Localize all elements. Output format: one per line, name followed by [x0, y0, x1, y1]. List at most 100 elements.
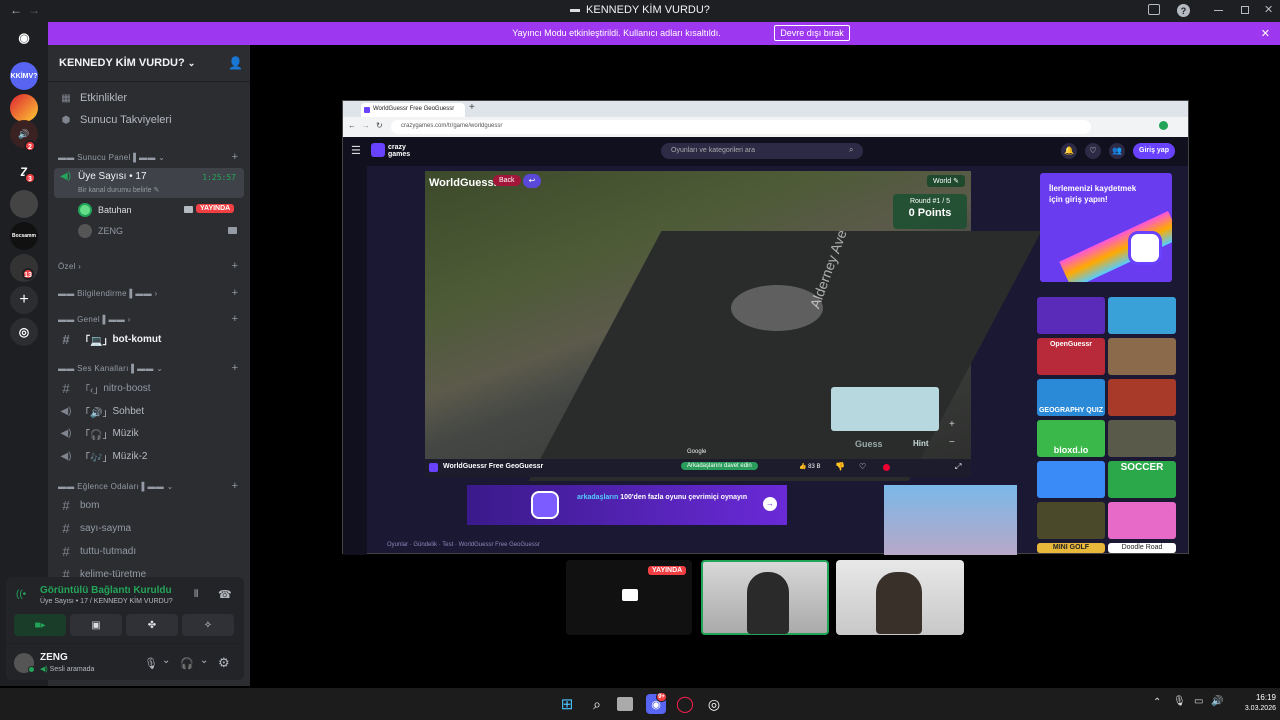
user-name[interactable]: ZENG: [40, 652, 68, 663]
server-icon-5[interactable]: [10, 190, 38, 218]
server-name[interactable]: KENNEDY KİM VURDU? ⌄: [59, 57, 195, 69]
crazygames-logo[interactable]: [371, 143, 385, 157]
camera-tile-zeng[interactable]: [836, 560, 964, 635]
world-mode[interactable]: World ✎: [927, 175, 965, 187]
game-thumb-mini-golf[interactable]: MINI GOLF: [1037, 543, 1105, 553]
add-channel-icon[interactable]: +: [232, 313, 238, 325]
game-thumb[interactable]: [1037, 297, 1105, 334]
like-count[interactable]: 👍 83 B: [799, 463, 820, 470]
profile-icon[interactable]: [1159, 121, 1168, 130]
login-button[interactable]: Giriş yap: [1133, 143, 1175, 159]
inbox-icon[interactable]: [1148, 4, 1160, 15]
close-banner-icon[interactable]: ✕: [1261, 27, 1270, 40]
screen-share-tile[interactable]: YAYINDA: [566, 560, 692, 635]
noise-suppression-icon[interactable]: ⫴: [194, 589, 198, 600]
zoom-in-icon[interactable]: +: [949, 419, 955, 430]
clock-time[interactable]: 16:19: [1240, 693, 1276, 702]
record-icon[interactable]: [883, 464, 890, 471]
new-tab-icon[interactable]: +: [469, 102, 475, 113]
disable-streamer-mode-button[interactable]: Devre dışı bırak: [774, 25, 850, 41]
back-button[interactable]: Back: [493, 175, 521, 186]
arrow-right-icon[interactable]: →: [763, 497, 777, 511]
add-channel-icon[interactable]: +: [232, 480, 238, 492]
discord-home-icon[interactable]: ◉: [10, 24, 38, 52]
microphone-icon[interactable]: 🎙: [144, 657, 158, 670]
game-thumb-geography-quiz[interactable]: GEOGRAPHY QUIZ: [1037, 379, 1105, 416]
category-bilgilendirme[interactable]: ▬▬ Bilgilendirme ▌▬▬ ›: [58, 289, 157, 298]
menu-icon[interactable]: ☰: [351, 144, 361, 157]
sidebar-item-events[interactable]: ▦ Etkinlikler: [54, 88, 244, 108]
app-icon[interactable]: ◎: [704, 694, 724, 714]
navigation-arrow[interactable]: [731, 285, 823, 331]
channel-sayi-sayma[interactable]: # sayı-sayma: [54, 518, 244, 538]
invite-people-icon[interactable]: 👤: [228, 56, 243, 70]
guess-button[interactable]: Guess: [855, 439, 883, 449]
add-server-icon[interactable]: +: [10, 286, 38, 314]
game-thumb-doodle-road[interactable]: Doodle Road: [1108, 543, 1176, 553]
channel-bot-komut[interactable]: # 「💻」 bot-komut: [54, 329, 244, 349]
file-explorer-icon[interactable]: [617, 697, 633, 711]
add-channel-icon[interactable]: +: [232, 287, 238, 299]
game-thumb[interactable]: [1108, 338, 1176, 375]
add-channel-icon[interactable]: +: [232, 362, 238, 374]
volume-icon[interactable]: 🔊: [1211, 696, 1223, 707]
gear-icon[interactable]: ⚙: [218, 655, 230, 671]
maximize-icon[interactable]: [1241, 6, 1249, 14]
game-thumb[interactable]: [1037, 502, 1105, 539]
address-bar[interactable]: crazygames.com/tr/game/worldguessr: [391, 120, 1091, 134]
channel-sohbet[interactable]: ◀) 「🔊」 Sohbet: [54, 401, 244, 421]
breadcrumb[interactable]: Oyunlar · Gündelik · Test · WorldGuessr …: [387, 542, 540, 548]
reload-icon[interactable]: ↻: [376, 121, 383, 130]
search-icon[interactable]: ⌕: [587, 694, 607, 714]
shared-browser-window[interactable]: WorldGuessr Free GeoGuessr + ← → ↻ crazy…: [342, 100, 1189, 555]
game-thumb-openguessr[interactable]: OpenGuessr: [1037, 338, 1105, 375]
disconnect-icon[interactable]: ☎: [218, 588, 232, 601]
camera-button[interactable]: ■▸: [14, 614, 66, 636]
network-icon[interactable]: ▭: [1194, 696, 1203, 707]
add-channel-icon[interactable]: +: [232, 260, 238, 272]
favorite-icon[interactable]: ♡: [859, 462, 866, 471]
game-thumb[interactable]: [1037, 461, 1105, 498]
chevron-down-icon[interactable]: ⌄: [200, 655, 208, 666]
opera-gx-icon[interactable]: ◯: [675, 694, 695, 714]
server-icon-kkimv[interactable]: KKİMV?: [10, 62, 38, 90]
friends-icon[interactable]: 👥: [1109, 143, 1125, 159]
game-thumb[interactable]: [1108, 297, 1176, 334]
voice-location[interactable]: Üye Sayısı • 17 / KENNEDY KİM VURDU?: [40, 598, 173, 605]
screen-share-button[interactable]: ▣: [70, 614, 122, 636]
voice-user-batuhan[interactable]: Batuhan YAYINDA: [76, 202, 242, 220]
help-icon[interactable]: ?: [1177, 4, 1190, 17]
server-icon-bocsamm[interactable]: Bocsamm: [10, 222, 38, 250]
add-channel-icon[interactable]: +: [232, 151, 238, 163]
dislike-icon[interactable]: 👎: [835, 462, 845, 471]
channel-bom[interactable]: # bom: [54, 495, 244, 515]
rewind-icon[interactable]: ↩: [523, 174, 541, 188]
ad-banner[interactable]: arkadaşların 100'den fazla oyunu çevrimi…: [467, 485, 787, 525]
channel-status[interactable]: Bir kanal durumu belirle ✎: [78, 186, 159, 194]
forward-icon[interactable]: →: [362, 121, 370, 130]
back-icon[interactable]: ←: [348, 121, 356, 130]
chevron-down-icon[interactable]: ⌄: [162, 655, 170, 666]
hint-button[interactable]: Hint: [913, 439, 929, 448]
category-ses-kanallari[interactable]: ▬▬ Ses Kanalları ▌▬▬ ⌄: [58, 364, 163, 373]
category-sunucu-panel[interactable]: ▬▬ Sunucu Panel ▌▬▬ ⌄: [58, 153, 165, 162]
zoom-out-icon[interactable]: −: [949, 437, 955, 448]
heart-icon[interactable]: ♡: [1085, 143, 1101, 159]
category-genel[interactable]: ▬▬ Genel ▌▬▬ ›: [58, 315, 131, 324]
voice-status[interactable]: Görüntülü Bağlantı Kuruldu: [40, 585, 172, 596]
chevron-up-icon[interactable]: ⌃: [1153, 697, 1161, 708]
close-window-icon[interactable]: ✕: [1264, 3, 1273, 16]
game-thumb[interactable]: [1108, 420, 1176, 457]
category-ozel[interactable]: Özel ›: [58, 262, 81, 271]
login-promo[interactable]: İlerlemenizi kaydetmek için giriş yapın!: [1040, 173, 1172, 282]
mic-tray-icon[interactable]: 🎙: [1173, 696, 1186, 707]
soundboard-button[interactable]: ✧: [182, 614, 234, 636]
fullscreen-icon[interactable]: ⤢: [955, 462, 961, 472]
minimize-icon[interactable]: [1214, 10, 1223, 11]
clock-date[interactable]: 3.03.2026: [1224, 705, 1276, 712]
game-thumb[interactable]: [1108, 502, 1176, 539]
search-input[interactable]: Oyunları ve kategorileri ara: [661, 143, 863, 159]
channel-muzik-2[interactable]: ◀) 「🎶」 Müzik-2: [54, 446, 244, 466]
invite-friends-button[interactable]: Arkadaşlarını davet edin: [681, 462, 758, 470]
game-thumb[interactable]: [1108, 379, 1176, 416]
